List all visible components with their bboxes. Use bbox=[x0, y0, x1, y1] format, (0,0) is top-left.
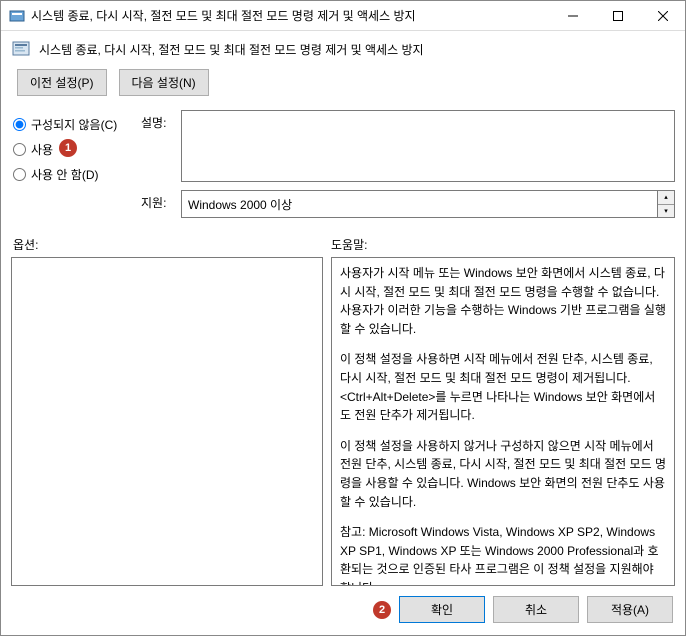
window-title: 시스템 종료, 다시 시작, 절전 모드 및 최대 절전 모드 명령 제거 및 … bbox=[31, 7, 550, 24]
radio-disabled-input[interactable] bbox=[13, 168, 26, 181]
spin-down-button[interactable]: ▾ bbox=[658, 205, 674, 218]
config-area: 구성되지 않음(C) 사용 1 사용 안 함(D) 설명: 지원: bbox=[1, 106, 685, 218]
ok-button[interactable]: 확인 bbox=[399, 596, 485, 623]
help-paragraph: 사용자가 시작 메뉴 또는 Windows 보안 화면에서 시스템 종료, 다시… bbox=[340, 264, 666, 338]
radio-enabled-input[interactable] bbox=[13, 143, 26, 156]
footer: 2 확인 취소 적용(A) bbox=[1, 586, 685, 635]
panels: 사용자가 시작 메뉴 또는 Windows 보안 화면에서 시스템 종료, 다시… bbox=[1, 257, 685, 586]
app-icon bbox=[9, 8, 25, 24]
spin-up-button[interactable]: ▴ bbox=[658, 191, 674, 205]
nav-buttons: 이전 설정(P) 다음 설정(N) bbox=[1, 65, 685, 106]
radio-not-configured-label: 구성되지 않음(C) bbox=[31, 116, 117, 133]
policy-icon bbox=[11, 39, 31, 59]
minimize-button[interactable] bbox=[550, 1, 595, 30]
close-button[interactable] bbox=[640, 1, 685, 30]
help-panel[interactable]: 사용자가 시작 메뉴 또는 Windows 보안 화면에서 시스템 종료, 다시… bbox=[331, 257, 675, 586]
next-setting-button[interactable]: 다음 설정(N) bbox=[119, 69, 209, 96]
support-spinner: ▴ ▾ bbox=[658, 190, 675, 218]
radio-not-configured[interactable]: 구성되지 않음(C) bbox=[13, 112, 133, 137]
apply-button[interactable]: 적용(A) bbox=[587, 596, 673, 623]
state-radios: 구성되지 않음(C) 사용 1 사용 안 함(D) bbox=[11, 106, 133, 218]
prev-setting-button[interactable]: 이전 설정(P) bbox=[17, 69, 107, 96]
cancel-button[interactable]: 취소 bbox=[493, 596, 579, 623]
help-paragraph: 이 정책 설정을 사용하지 않거나 구성하지 않으면 시작 메뉴에서 전원 단추… bbox=[340, 437, 666, 511]
support-label: 지원: bbox=[141, 190, 173, 218]
section-labels: 옵션: 도움말: bbox=[1, 218, 685, 257]
radio-disabled[interactable]: 사용 안 함(D) bbox=[13, 162, 133, 187]
radio-disabled-label: 사용 안 함(D) bbox=[31, 166, 99, 183]
annotation-marker-2: 2 bbox=[373, 601, 391, 619]
policy-dialog: 시스템 종료, 다시 시작, 절전 모드 및 최대 절전 모드 명령 제거 및 … bbox=[0, 0, 686, 636]
help-paragraph: 참고: Microsoft Windows Vista, Windows XP … bbox=[340, 523, 666, 586]
fields: 설명: 지원: ▴ ▾ bbox=[141, 106, 675, 218]
description-label: 설명: bbox=[141, 110, 173, 182]
help-label: 도움말: bbox=[331, 236, 367, 253]
radio-enabled-label: 사용 bbox=[31, 141, 53, 158]
options-panel bbox=[11, 257, 323, 586]
subheader-title: 시스템 종료, 다시 시작, 절전 모드 및 최대 절전 모드 명령 제거 및 … bbox=[39, 41, 424, 58]
maximize-button[interactable] bbox=[595, 1, 640, 30]
window-controls bbox=[550, 1, 685, 30]
radio-enabled[interactable]: 사용 1 bbox=[13, 137, 133, 162]
description-textarea[interactable] bbox=[181, 110, 675, 182]
annotation-marker-1: 1 bbox=[59, 139, 77, 157]
radio-not-configured-input[interactable] bbox=[13, 118, 26, 131]
subheader: 시스템 종료, 다시 시작, 절전 모드 및 최대 절전 모드 명령 제거 및 … bbox=[1, 31, 685, 65]
help-paragraph: 이 정책 설정을 사용하면 시작 메뉴에서 전원 단추, 시스템 종료, 다시 … bbox=[340, 350, 666, 424]
support-input[interactable] bbox=[181, 190, 658, 218]
titlebar: 시스템 종료, 다시 시작, 절전 모드 및 최대 절전 모드 명령 제거 및 … bbox=[1, 1, 685, 31]
options-label: 옵션: bbox=[13, 236, 331, 253]
